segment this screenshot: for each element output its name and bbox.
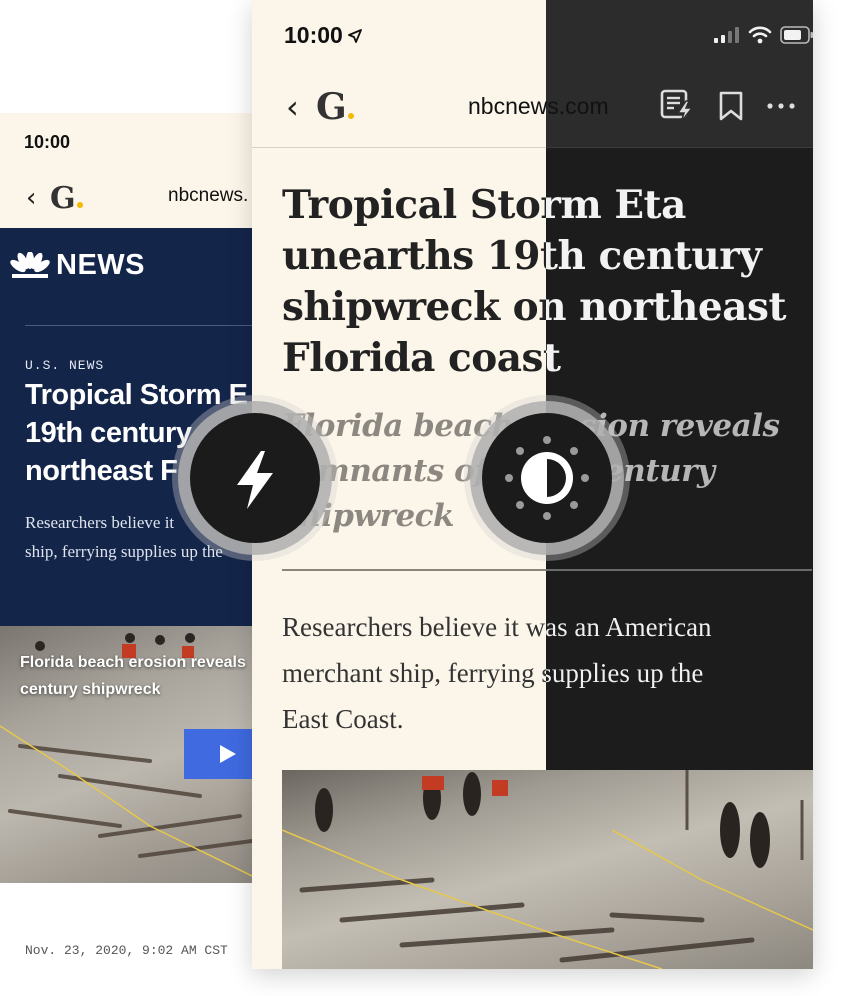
reader-flash-icon (660, 89, 694, 123)
peacock-icon (10, 252, 50, 278)
more-horizontal-icon (767, 103, 795, 109)
video-thumbnail[interactable]: Florida beach erosion reveals century sh… (0, 626, 252, 883)
article-date: Nov. 23, 2020, 9:02 AM CST (25, 943, 228, 958)
article-headline: Tropical Storm Eta unearths 19th century… (282, 180, 812, 384)
app-logo: G (50, 181, 83, 216)
bookmark-icon (719, 91, 743, 121)
original-page-screen: 10:00 ‹ G nbcnews. NEWS U.S. NEWS Tropic… (0, 113, 252, 996)
chevron-left-icon[interactable]: ‹ (26, 183, 36, 213)
body-line: Researchers believe it was an American (282, 612, 712, 642)
headline-line: Florida coast (282, 335, 561, 381)
status-icons (714, 26, 813, 44)
chevron-left-icon[interactable]: ‹ (286, 88, 299, 126)
more-options-button[interactable] (766, 88, 796, 124)
toolbar (660, 88, 796, 124)
status-bar: 10:00 (0, 113, 252, 171)
play-icon (220, 745, 236, 763)
divider (25, 325, 252, 326)
headline-line: shipwreck on northeast (282, 284, 786, 330)
location-arrow-icon (347, 28, 362, 43)
beach-photo (282, 770, 813, 969)
headline-line: Tropical Storm Eta (282, 182, 686, 228)
reader-mode-button[interactable] (660, 88, 696, 124)
divider (252, 147, 546, 148)
site-logo[interactable]: NEWS (10, 248, 145, 281)
dark-header-area (546, 0, 813, 148)
url-label: nbcnews.com (468, 93, 609, 119)
theme-toggle-button[interactable] (482, 413, 612, 543)
caption-line: Florida beach erosion reveals (20, 654, 246, 671)
bookmark-button[interactable] (718, 88, 744, 124)
app-logo: G (316, 86, 354, 128)
article-body: Researchers believe it was an American m… (282, 604, 812, 742)
article-image (282, 770, 813, 969)
flash-button[interactable] (190, 413, 320, 543)
article-kicker[interactable]: U.S. NEWS (25, 358, 104, 373)
play-button[interactable] (184, 729, 252, 779)
status-time: 10:00 (284, 22, 362, 49)
battery-icon (780, 26, 813, 44)
headline-line: unearths 19th century (282, 233, 762, 279)
site-logo-text: NEWS (56, 248, 145, 281)
body-line: East Coast. (282, 704, 404, 734)
contrast-theme-icon (505, 436, 589, 520)
wifi-icon (748, 26, 772, 44)
signal-icon (714, 27, 739, 43)
title-line: Tropical Storm E (25, 379, 248, 411)
lightning-bolt-icon (237, 451, 273, 509)
divider (546, 147, 813, 148)
body-line: merchant ship, ferrying supplies up the (282, 658, 704, 688)
status-time: 10:00 (24, 132, 71, 152)
video-caption: Florida beach erosion reveals century sh… (20, 649, 252, 703)
caption-line: century shipwreck (20, 681, 161, 698)
top-nav-bar: ‹ G nbcnews. (0, 171, 252, 228)
divider (282, 569, 812, 571)
url-label: nbcnews. (168, 185, 249, 206)
